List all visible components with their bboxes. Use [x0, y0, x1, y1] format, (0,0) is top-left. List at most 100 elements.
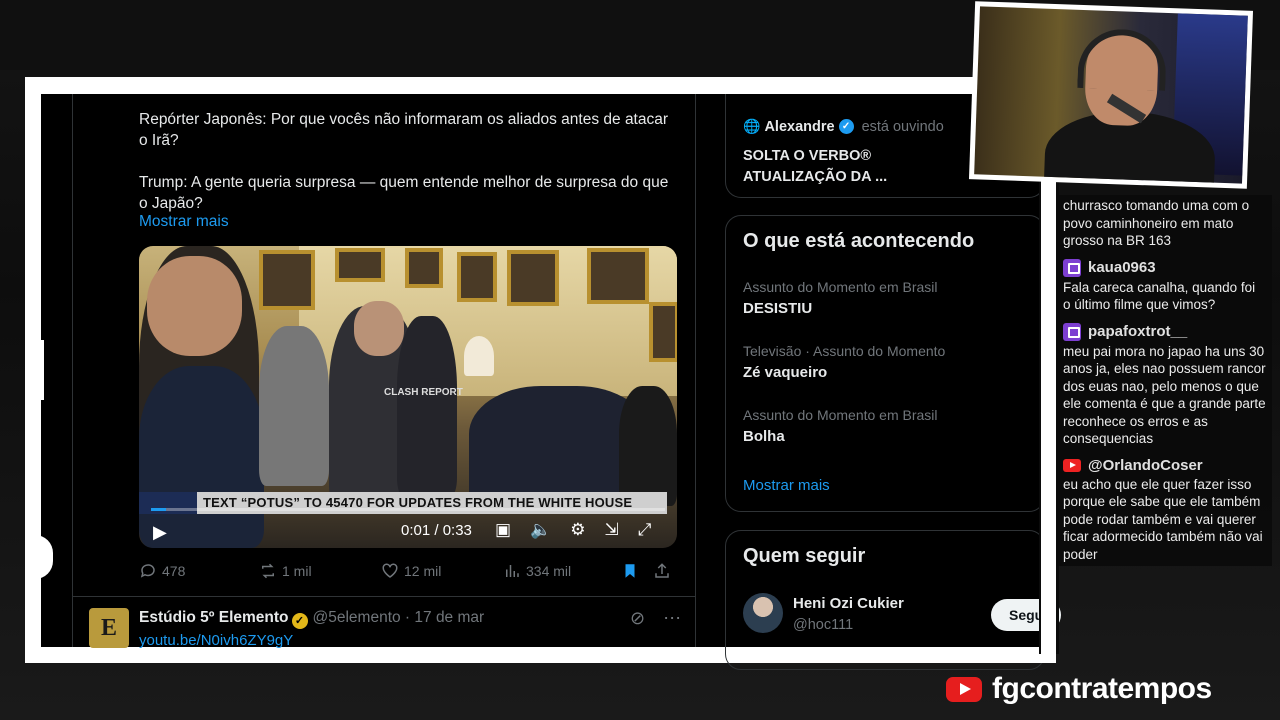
video-portrait: [405, 248, 443, 288]
video-person: [259, 326, 329, 486]
estudio-avatar[interactable]: E: [89, 608, 129, 648]
who-to-follow-title: Quem seguir: [743, 545, 866, 567]
chat-message: @OrlandoCoser eu acho que ele quer fazer…: [1057, 450, 1272, 566]
trend-name[interactable]: Bolha: [743, 428, 785, 445]
chat-message: kaua0963 Fala careca canalha, quando foi…: [1057, 252, 1272, 317]
captions-icon[interactable]: ▣: [495, 520, 511, 540]
chat-message-text: meu pai mora no japao ha uns 30 anos ja,…: [1063, 343, 1266, 447]
tweet-paragraph-1: Repórter Japonês: Por que vocês não info…: [139, 111, 669, 149]
space-title[interactable]: SOLTA O VERBO® ATUALIZAÇÃO DA ...: [743, 146, 943, 188]
channel-name: fgcontratempos: [992, 672, 1212, 705]
chat-user: @OrlandoCoser: [1063, 453, 1266, 476]
bookmark-icon: [625, 564, 635, 578]
video-time: 0:01 / 0:33: [401, 522, 472, 539]
chat-message-text: Fala careca canalha, quando foi o último…: [1063, 279, 1256, 313]
tweet-video-player[interactable]: CLASH REPORT TEXT “POTUS” TO 45470 FOR U…: [139, 246, 677, 548]
chat-username: @OrlandoCoser: [1088, 456, 1203, 474]
chat-user: papafoxtrot__: [1063, 319, 1266, 343]
reply-count: 478: [162, 563, 186, 579]
webcam-feed: [974, 6, 1248, 184]
bookmark-button[interactable]: [621, 562, 653, 580]
space-status: está ouvindo: [861, 118, 944, 135]
next-tweet-icons: ⊘ ⋯: [630, 608, 681, 629]
trend-name[interactable]: Zé vaqueiro: [743, 364, 827, 381]
twitch-icon: [1063, 258, 1081, 277]
video-person-face: [354, 301, 404, 356]
like-count: 12 mil: [404, 563, 442, 579]
video-progress-bar[interactable]: [151, 508, 665, 511]
tweet-show-more-link[interactable]: Mostrar mais: [139, 213, 229, 231]
share-icon: [655, 563, 669, 578]
settings-gear-icon[interactable]: ⚙: [570, 520, 585, 540]
reply-icon: [140, 564, 155, 578]
volume-icon[interactable]: 🔈: [530, 520, 551, 540]
video-portrait: [649, 302, 677, 362]
more-options-icon[interactable]: ⋯: [663, 608, 681, 629]
globe-icon: 🌐: [743, 118, 761, 134]
headset: [1077, 27, 1168, 91]
chat-username: kaua0963: [1088, 259, 1156, 276]
play-icon[interactable]: ▶: [153, 522, 167, 543]
timeline-left-border: [72, 94, 73, 647]
twitch-icon: [1063, 322, 1081, 341]
trend-meta: Assunto do Momento em Brasil: [743, 407, 938, 423]
video-portrait: [335, 248, 385, 282]
fullscreen-icon[interactable]: ⤢: [638, 520, 652, 540]
youtube-logo-icon: [946, 676, 982, 702]
trend-meta: Assunto do Momento em Brasil: [743, 279, 938, 295]
webcam-overlay: [968, 1, 1254, 189]
grok-icon[interactable]: ⊘: [630, 608, 645, 629]
views-button[interactable]: 334 mil: [503, 562, 621, 580]
next-tweet-link[interactable]: youtu.be/N0ivh6ZY9gY: [139, 632, 293, 649]
tweet-actions: 478 1 mil 12 mil 334 mil: [139, 562, 677, 580]
video-controls: ▶ 0:01 / 0:33 ▣ 🔈 ⚙ ⇲ ⤢: [139, 508, 677, 548]
trending-show-more-link[interactable]: Mostrar mais: [743, 477, 830, 494]
next-tweet-header: Estúdio 5º Elemento ✓ @5elemento · 17 de m…: [139, 609, 484, 629]
channel-brand: fgcontratempos: [946, 672, 1212, 706]
avatar[interactable]: [743, 593, 783, 633]
video-portrait: [507, 250, 559, 306]
video-watermark: CLASH REPORT: [384, 387, 463, 398]
chat-message-text: eu acho que ele quer fazer isso porque e…: [1063, 476, 1263, 562]
space-user-name: Alexandre: [764, 118, 835, 135]
heart-icon: [382, 563, 398, 578]
video-person: [397, 316, 457, 496]
live-chat: churrasco tomando uma com o povo caminho…: [1057, 195, 1272, 566]
views-count: 334 mil: [526, 563, 572, 579]
repost-button[interactable]: 1 mil: [259, 562, 381, 580]
timeline-right-border: [695, 94, 696, 647]
verified-icon: ✓: [838, 119, 854, 134]
chat-user: kaua0963: [1063, 255, 1266, 279]
views-chart-icon: [506, 565, 519, 577]
share-button[interactable]: [653, 562, 671, 580]
trending-title: O que está acontecendo: [743, 230, 975, 252]
trend-name[interactable]: DESISTIU: [743, 300, 812, 317]
pip-icon[interactable]: ⇲: [604, 520, 618, 540]
video-person-face: [147, 256, 242, 356]
youtube-icon: [1063, 458, 1081, 472]
video-person: [619, 386, 677, 506]
follow-user-handle: @hoc111: [793, 617, 854, 633]
video-progress-fill: [151, 508, 167, 511]
next-tweet-author[interactable]: Estúdio 5º Elemento: [139, 609, 289, 626]
chat-message: papafoxtrot__ meu pai mora no japao ha u…: [1057, 316, 1272, 451]
repost-icon: [262, 563, 274, 579]
video-lamp: [464, 336, 494, 376]
like-button[interactable]: 12 mil: [381, 562, 503, 580]
verified-gold-icon: ✓: [291, 613, 308, 629]
chat-username: papafoxtrot__: [1088, 323, 1188, 340]
space-listener: 🌐 Alexandre ✓ está ouvindo: [743, 118, 944, 135]
tweet-divider: [72, 596, 695, 597]
video-portrait: [457, 252, 497, 302]
side-marker: [36, 340, 44, 400]
trend-meta: Televisão · Assunto do Momento: [743, 343, 946, 359]
chat-message: churrasco tomando uma com o povo caminho…: [1057, 195, 1272, 253]
next-tweet-handle: @5elemento · 17 de mar: [312, 609, 485, 626]
video-portrait: [259, 250, 315, 310]
tweet-paragraph-2: Trump: A gente queria surpresa — quem en…: [139, 174, 669, 212]
follow-user-name[interactable]: Heni Ozi Cukier: [793, 595, 904, 612]
video-portrait: [587, 248, 649, 304]
video-control-icons: ▣ 🔈 ⚙ ⇲ ⤢: [495, 520, 651, 540]
repost-count: 1 mil: [282, 563, 312, 579]
reply-button[interactable]: 478: [139, 562, 259, 580]
